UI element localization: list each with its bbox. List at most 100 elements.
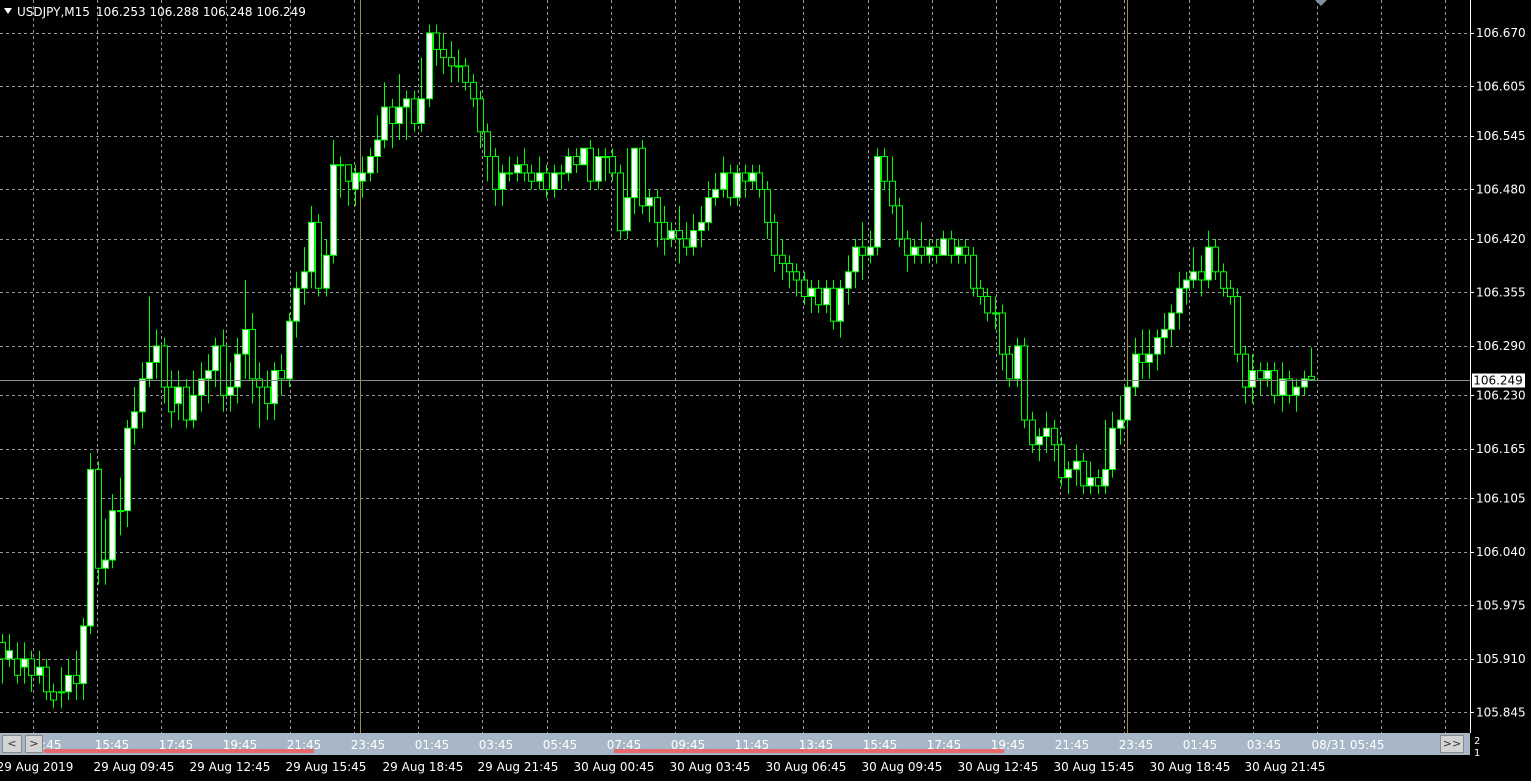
bull-candle-body (1183, 279, 1190, 289)
price-tick-label: 106.480 (1476, 182, 1526, 196)
bear-candle-body (411, 98, 418, 125)
bull-candle-body (1087, 477, 1094, 487)
bull-candle-body (1161, 328, 1168, 339)
bear-candle-body (345, 164, 352, 182)
bear-candle-body (1139, 353, 1146, 363)
date-tick-label: 29 Aug 2019 (0, 760, 73, 774)
bear-candle-body (881, 155, 888, 182)
bull-candle-body (1146, 353, 1153, 363)
bear-candle-body (1080, 460, 1087, 487)
date-tick-label: 29 Aug 15:45 (286, 760, 367, 774)
candle (124, 420, 131, 528)
bull-candle-body (705, 197, 712, 223)
bear-candle-body (470, 81, 477, 100)
bear-candle-body (1234, 295, 1241, 355)
bear-candle-body (389, 106, 396, 125)
bear-candle-body (918, 246, 925, 256)
bull-candle-body (1043, 427, 1050, 438)
price-tick-label: 106.230 (1476, 388, 1526, 402)
bull-candle-body (367, 155, 374, 174)
bull-candle-body (558, 172, 565, 175)
bull-candle-body (301, 271, 308, 289)
candle (87, 452, 94, 635)
bull-candle-body (602, 155, 609, 158)
price-chart[interactable]: 106.670 106.605 106.545 106.480 106.420 106.3… (0, 0, 1531, 781)
bear-candle-body (742, 172, 749, 182)
bear-candle-body (1006, 353, 1013, 380)
bear-candle-body (1308, 375, 1315, 381)
bull-candle-body (1264, 370, 1271, 380)
bull-candle-body (1293, 386, 1300, 396)
bear-candle-body (1051, 427, 1058, 446)
bull-candle-body (6, 650, 13, 660)
bull-candle-body (1205, 246, 1212, 281)
bear-candle-body (433, 32, 440, 50)
bull-candle-body (690, 230, 697, 248)
bear-candle-body (315, 221, 322, 289)
bear-candle-body (970, 254, 977, 289)
bull-candle-body (271, 370, 278, 405)
bull-candle-body (124, 427, 131, 512)
bear-candle-body (14, 658, 21, 676)
bull-candle-body (1154, 337, 1161, 355)
bear-candle-body (661, 221, 668, 240)
date-tick-label: 29 Aug 12:45 (190, 760, 271, 774)
bear-candle-body (1227, 287, 1234, 297)
bear-candle-body (477, 98, 484, 133)
bear-candle-body (521, 164, 528, 174)
bear-candle-body (999, 312, 1006, 355)
bear-candle-body (896, 205, 903, 240)
bull-candle-body (631, 147, 638, 199)
time-tick-label: 15:45 (863, 738, 898, 752)
bear-candle-body (977, 287, 984, 297)
bull-candle-body (205, 370, 212, 380)
bull-candle-body (381, 106, 388, 141)
bear-candle-body (462, 65, 469, 83)
time-tick-label: 19:45 (223, 738, 258, 752)
time-tick-label: 23:45 (1119, 738, 1154, 752)
bear-candle-body (587, 147, 594, 182)
time-tick-label: 15:45 (95, 738, 130, 752)
bull-candle-body (227, 386, 234, 396)
bear-candle-body (889, 180, 896, 207)
bull-candle-body (1102, 468, 1109, 487)
bear-candle-body (859, 246, 866, 256)
bear-candle-body (1095, 477, 1102, 487)
time-tick-label: 17:45 (927, 738, 962, 752)
bear-candle-body (264, 386, 271, 405)
zoom-label-2: 1 (1474, 748, 1480, 759)
scroll-left-button[interactable]: < (2, 735, 22, 753)
price-tick-label: 105.975 (1476, 598, 1526, 612)
bull-candle-body (242, 328, 249, 355)
date-tick-label: 30 Aug 06:45 (766, 760, 847, 774)
date-tick-label: 30 Aug 03:45 (670, 760, 751, 774)
date-tick-label: 29 Aug 18:45 (383, 760, 464, 774)
bull-candle-body (911, 246, 918, 256)
price-tick-label: 106.670 (1476, 26, 1526, 40)
time-tick-label: 19:45 (991, 738, 1026, 752)
bull-candle-body (58, 691, 65, 694)
bull-candle-body (926, 246, 933, 256)
bull-candle-body (131, 411, 138, 429)
bull-candle-body (514, 164, 521, 174)
price-tick-label: 106.165 (1476, 442, 1526, 456)
bull-candle-body (734, 172, 741, 199)
date-tick-label: 29 Aug 09:45 (94, 760, 175, 774)
bull-candle-body (293, 287, 300, 322)
bull-candle-body (565, 155, 572, 174)
candle (580, 147, 587, 166)
bull-candle-body (955, 246, 962, 256)
bear-candle-body (50, 691, 57, 701)
time-tick-label: 03:45 (1247, 738, 1282, 752)
scroll-right-button[interactable]: >> (1440, 735, 1464, 753)
date-tick-label: 30 Aug 21:45 (1245, 760, 1326, 774)
bull-candle-body (852, 246, 859, 273)
bull-candle-body (1109, 427, 1116, 470)
bull-candle-body (1036, 436, 1043, 446)
scroll-left-small-button[interactable]: > (25, 735, 43, 753)
bear-candle-body (1220, 271, 1227, 289)
time-tick-label: 23:45 (351, 738, 386, 752)
bear-candle-body (933, 246, 940, 256)
bull-candle-body (749, 172, 756, 182)
symbol-title: USDJPY,M15 (17, 5, 90, 19)
